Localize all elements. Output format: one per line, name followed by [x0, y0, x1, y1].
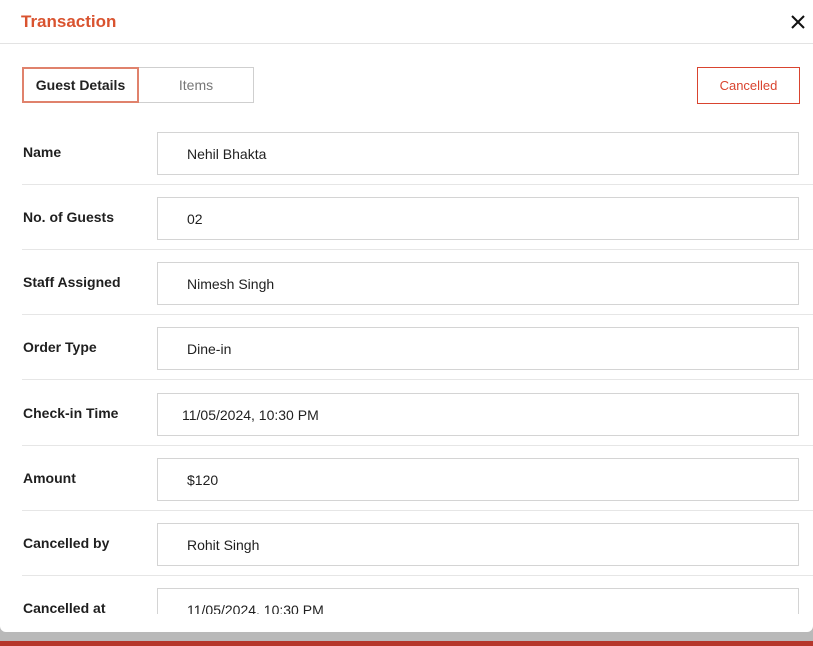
guest-details-form[interactable]: Name Nehil Bhakta No. of Guests 02 Staff…	[0, 120, 813, 614]
name-field[interactable]: Nehil Bhakta	[157, 132, 799, 175]
cancelled-by-field[interactable]: Rohit Singh	[157, 523, 799, 566]
field-row-staff: Staff Assigned Nimesh Singh	[22, 250, 813, 315]
field-row-cancelled-by: Cancelled by Rohit Singh	[22, 511, 813, 576]
row-divider	[22, 379, 813, 380]
tab-label: Guest Details	[35, 77, 126, 93]
amount-label: Amount	[23, 470, 76, 486]
checkin-field[interactable]: 11/05/2024, 10:30 PM	[157, 393, 799, 436]
modal-header: Transaction	[0, 0, 813, 44]
amount-field[interactable]: $120	[157, 458, 799, 501]
staff-field[interactable]: Nimesh Singh	[157, 262, 799, 305]
tab-bar: Guest Details Items	[22, 67, 254, 103]
staff-label: Staff Assigned	[23, 274, 121, 290]
field-row-checkin: Check-in Time 11/05/2024, 10:30 PM	[22, 381, 813, 446]
cancelled-by-label: Cancelled by	[23, 535, 110, 551]
field-row-amount: Amount $120	[22, 446, 813, 511]
modal-title: Transaction	[21, 12, 117, 31]
transaction-modal: Transaction Guest Details Items Cancelle…	[0, 0, 813, 632]
cancelled-at-field[interactable]: 11/05/2024, 10:30 PM	[157, 588, 799, 614]
tab-items[interactable]: Items	[139, 67, 254, 103]
field-row-order-type: Order Type Dine-in	[22, 315, 813, 380]
close-icon	[791, 15, 805, 29]
checkin-label: Check-in Time	[23, 405, 119, 421]
field-row-name: Name Nehil Bhakta	[22, 120, 813, 185]
status-label: Cancelled	[719, 78, 778, 93]
field-row-cancelled-at: Cancelled at 11/05/2024, 10:30 PM	[22, 576, 813, 614]
tab-label: Items	[178, 77, 214, 93]
cancelled-at-label: Cancelled at	[23, 600, 106, 614]
order-type-label: Order Type	[23, 339, 97, 355]
tab-guest-details[interactable]: Guest Details	[22, 67, 139, 103]
field-row-guests: No. of Guests 02	[22, 185, 813, 250]
order-type-field[interactable]: Dine-in	[157, 327, 799, 370]
close-button[interactable]	[786, 10, 810, 34]
guests-label: No. of Guests	[23, 209, 115, 225]
name-label: Name	[23, 144, 62, 160]
backdrop	[0, 641, 813, 646]
guests-field[interactable]: 02	[157, 197, 799, 240]
status-cancelled-button[interactable]: Cancelled	[697, 67, 800, 104]
